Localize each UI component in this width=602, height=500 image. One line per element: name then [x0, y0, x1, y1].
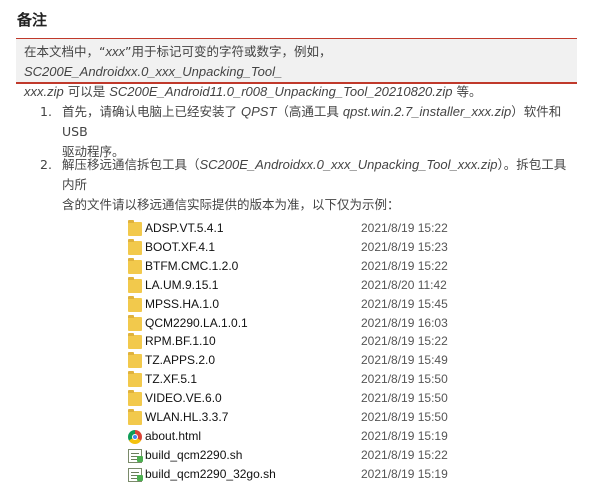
file-row[interactable]: TZ.APPS.2.0 2021/8/19 15:49: [126, 352, 466, 371]
file-row[interactable]: about.html 2021/8/19 15:19: [126, 428, 466, 447]
file-date: 2021/8/19 15:50: [361, 391, 448, 406]
step-2: 2. 解压移远通信拆包工具（SC200E_Androidxx.0_xxx_Unp…: [40, 155, 580, 212]
folder-icon: [128, 238, 142, 255]
shell-script-icon: [128, 467, 143, 482]
folder-icon: [128, 390, 142, 407]
file-row[interactable]: QCM2290.LA.1.0.1 2021/8/19 16:03: [126, 314, 466, 334]
file-date: 2021/8/20 11:42: [361, 277, 447, 292]
file-date: 2021/8/19 15:22: [361, 221, 448, 235]
file-row[interactable]: WLAN.HL.3.3.7 2021/8/19 15:50: [126, 409, 466, 428]
file-row[interactable]: BOOT.XF.4.1 2021/8/19 15:23: [126, 238, 466, 258]
file-date: 2021/8/19 15:22: [361, 258, 448, 273]
note-example: SC200E_Androidxx.0_xxx_Unpacking_Tool_: [24, 64, 283, 79]
folder-icon: [128, 371, 142, 388]
note-box: 在本文档中，“xxx”用于标记可变的字符或数字，例如， SC200E_Androi…: [16, 38, 577, 99]
folder-icon: [128, 220, 142, 236]
file-date: 2021/8/19 15:50: [361, 410, 448, 424]
shell-script-icon: [128, 448, 143, 463]
package-name: SC200E_Androidxx.0_xxx_Unpacking_Tool_xx…: [199, 157, 498, 172]
file-row[interactable]: RPM.BF.1.10 2021/8/19 15:22: [126, 333, 466, 352]
note-example: SC200E_Android11.0_r008_Unpacking_Tool_2…: [109, 84, 453, 99]
note-line-1: 在本文档中，“xxx”用于标记可变的字符或数字，例如， SC200E_Androi…: [24, 42, 569, 82]
step-number: 2.: [40, 157, 52, 172]
step-text-part: （高通工具: [276, 104, 343, 119]
file-name: MPSS.HA.1.0: [145, 296, 220, 311]
file-row[interactable]: BTFM.CMC.1.2.0 2021/8/19 15:22: [126, 257, 466, 277]
step-text-part: 解压移远通信拆包工具（: [62, 157, 200, 172]
folder-icon: [128, 409, 142, 425]
note-title: 备注: [17, 11, 48, 29]
file-name: TZ.XF.5.1: [145, 372, 198, 387]
file-row[interactable]: MPSS.HA.1.0 2021/8/19 15:45: [126, 295, 466, 315]
step-text: 首先，请确认电脑上已经安装了 QPST（高通工具 qpst.win.2.7_in…: [62, 102, 572, 162]
file-row[interactable]: VIDEO.VE.6.0 2021/8/19 15:50: [126, 390, 466, 409]
file-name: TZ.APPS.2.0: [145, 353, 216, 368]
file-name: ADSP.VT.5.4.1: [145, 221, 224, 235]
file-date: 2021/8/19 15:19: [361, 428, 448, 443]
file-name: BTFM.CMC.1.2.0: [145, 258, 239, 273]
file-name: LA.UM.9.15.1: [145, 277, 219, 292]
tool-name: QPST: [240, 104, 277, 119]
folder-icon: [128, 276, 142, 293]
file-date: 2021/8/19 15:22: [361, 447, 448, 462]
file-date: 2021/8/19 15:23: [361, 239, 448, 254]
note-text: 可以是: [63, 84, 110, 99]
folder-icon: [128, 314, 142, 331]
file-row[interactable]: build_qcm2290.sh 2021/8/19 15:22: [126, 447, 466, 466]
file-date: 2021/8/19 15:22: [361, 334, 448, 349]
file-date: 2021/8/19 15:49: [361, 353, 448, 368]
file-name: BOOT.XF.4.1: [145, 239, 216, 254]
file-row[interactable]: build_qcm2290_32go.sh 2021/8/19 15:19: [126, 466, 466, 485]
note-text: 等。: [452, 84, 482, 99]
note-text: 在本文档中，“: [24, 44, 106, 59]
folder-icon: [128, 333, 142, 350]
file-date: 2021/8/19 15:19: [361, 466, 448, 481]
file-row[interactable]: ADSP.VT.5.4.1 2021/8/19 15:22: [126, 220, 466, 239]
step-1: 1. 首先，请确认电脑上已经安装了 QPST（高通工具 qpst.win.2.7…: [40, 102, 580, 159]
note-variable: xxx: [105, 44, 125, 59]
file-name: QCM2290.LA.1.0.1: [145, 315, 248, 330]
note-example: xxx.zip: [24, 84, 64, 99]
step-number: 1.: [40, 104, 52, 119]
file-row[interactable]: LA.UM.9.15.1 2021/8/20 11:42: [126, 276, 466, 296]
file-date: 2021/8/19 15:50: [361, 372, 448, 387]
step-text: 解压移远通信拆包工具（SC200E_Androidxx.0_xxx_Unpack…: [62, 155, 572, 215]
file-row[interactable]: TZ.XF.5.1 2021/8/19 15:50: [126, 371, 466, 390]
file-name: build_qcm2290_32go.sh: [145, 466, 276, 481]
file-name: WLAN.HL.3.3.7: [145, 410, 229, 424]
step-text-part: 含的文件请以移远通信实际提供的版本为准，以下仅为示例：: [62, 197, 400, 212]
note-text: ”用于标记可变的字符或数字，例如，: [124, 44, 332, 59]
file-name: RPM.BF.1.10: [145, 334, 216, 349]
chrome-html-icon: [128, 429, 142, 444]
folder-icon: [128, 295, 142, 312]
file-date: 2021/8/19 16:03: [361, 315, 448, 330]
note-line-2: xxx.zip 可以是 SC200E_Android11.0_r008_Unpa…: [24, 82, 569, 102]
file-name: build_qcm2290.sh: [145, 447, 243, 462]
file-name: VIDEO.VE.6.0: [145, 391, 222, 406]
folder-icon: [128, 257, 142, 274]
file-name: about.html: [145, 428, 202, 443]
folder-icon: [128, 352, 142, 369]
step-text-part: 首先，请确认电脑上已经安装了: [62, 104, 241, 119]
installer-name: qpst.win.2.7_installer_xxx.zip: [342, 104, 512, 119]
file-date: 2021/8/19 15:45: [361, 296, 448, 311]
